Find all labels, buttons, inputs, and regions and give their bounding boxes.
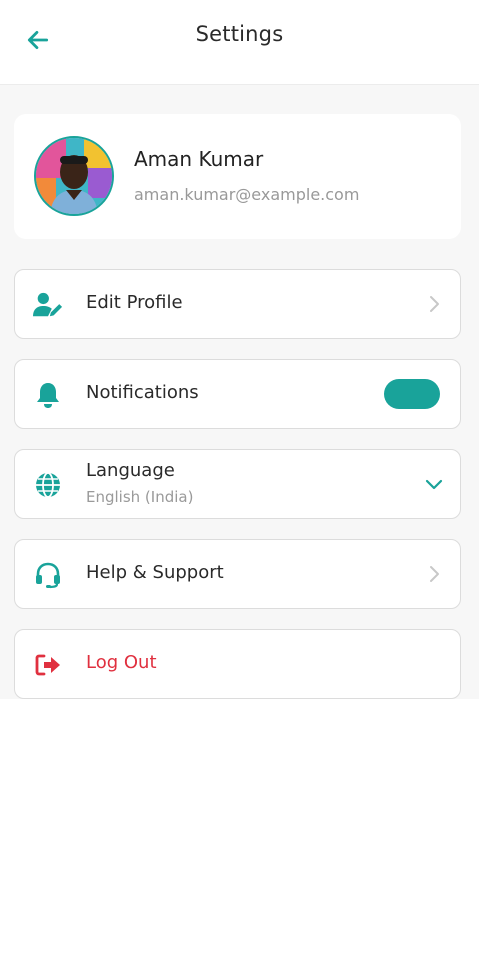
language-value: English (India) xyxy=(86,488,194,506)
bell-icon xyxy=(33,380,63,410)
profile-email: aman.kumar@example.com xyxy=(134,185,360,204)
chevron-right-icon xyxy=(424,564,444,584)
menu-item-edit-profile[interactable]: Edit Profile xyxy=(14,269,461,339)
chevron-down-icon xyxy=(424,474,444,494)
avatar xyxy=(34,136,114,216)
menu-item-logout[interactable]: Log Out xyxy=(14,629,461,699)
menu-item-label: Log Out xyxy=(86,652,157,673)
profile-name: Aman Kumar xyxy=(134,147,264,171)
sign-out-icon xyxy=(33,650,63,680)
menu-item-label: Edit Profile xyxy=(86,292,183,313)
profile-card: Aman Kumar aman.kumar@example.com xyxy=(14,114,461,239)
menu-item-label: Language xyxy=(86,460,175,481)
headset-icon xyxy=(33,560,63,590)
page-title: Settings xyxy=(195,22,284,46)
menu-item-label: Notifications xyxy=(86,382,199,403)
settings-content: Aman Kumar aman.kumar@example.com Edit P… xyxy=(0,85,479,699)
notifications-toggle[interactable] xyxy=(384,379,440,409)
menu-item-language[interactable]: Language English (India) xyxy=(14,449,461,519)
menu-item-label: Help & Support xyxy=(86,562,224,583)
menu-item-notifications: Notifications xyxy=(14,359,461,429)
app-header: Settings xyxy=(0,0,479,85)
user-edit-icon xyxy=(33,290,63,320)
globe-icon xyxy=(33,470,63,500)
menu-item-help[interactable]: Help & Support xyxy=(14,539,461,609)
chevron-right-icon xyxy=(424,294,444,314)
